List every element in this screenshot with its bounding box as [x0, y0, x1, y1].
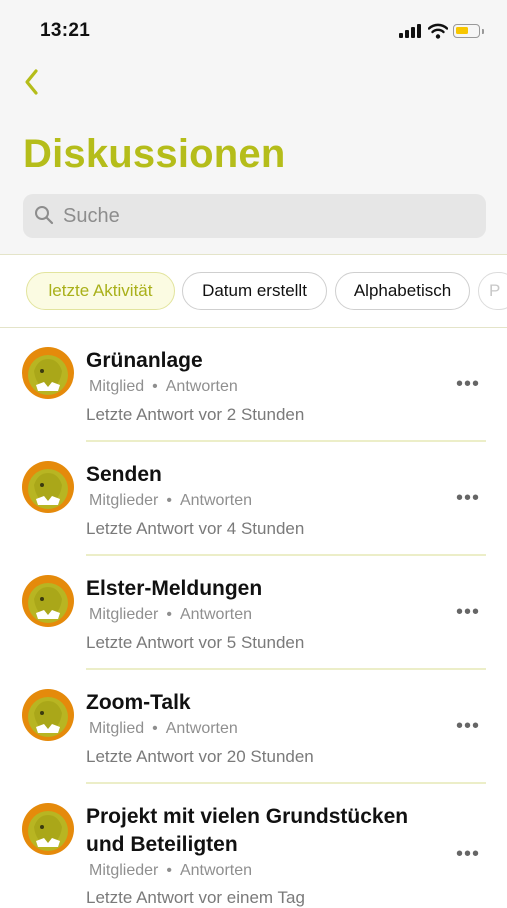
discussion-title: Grünanlage	[86, 349, 203, 372]
discussion-title-line1: Projekt mit vielen Grundstücken	[86, 805, 409, 828]
battery-icon	[453, 24, 480, 38]
more-options-button[interactable]: •••	[456, 716, 484, 736]
sort-chip-partial[interactable]: P	[478, 272, 507, 310]
signal-icon	[399, 24, 423, 38]
discussion-item[interactable]: Projekt mit vielen Grundstücken und Bete…	[0, 784, 507, 907]
sort-chip-recent-activity[interactable]: letzte Aktivität	[26, 272, 175, 310]
discussion-item[interactable]: Zoom-Talk Mitglied • Antworten Letzte Antw…	[0, 670, 507, 784]
back-button[interactable]	[16, 64, 46, 100]
discussion-last-reply: Letzte Antwort vor 20 Stunden	[86, 747, 314, 766]
more-options-button[interactable]: •••	[456, 374, 484, 394]
search-placeholder: Suche	[63, 205, 120, 227]
discussion-last-reply: Letzte Antwort vor 2 Stunden	[86, 405, 305, 424]
discussion-title: Senden	[86, 463, 162, 486]
discussion-meta: Mitglieder • Antworten	[89, 606, 253, 623]
status-bar: 13:21	[0, 0, 507, 60]
search-icon	[35, 206, 54, 225]
sort-chip-date-created[interactable]: Datum erstellt	[182, 272, 327, 310]
page-title: Diskussionen	[23, 132, 286, 176]
chevron-left-icon	[25, 69, 38, 95]
discussion-meta: Mitglieder • Antworten	[89, 492, 253, 509]
sort-chip-alphabetical[interactable]: Alphabetisch	[335, 272, 470, 310]
header: 13:21 Diskussionen Suche	[0, 0, 507, 255]
discussion-meta: Mitglieder • Antworten	[89, 862, 253, 879]
wifi-icon	[428, 23, 448, 39]
discussion-title: Zoom-Talk	[86, 691, 191, 714]
discussion-title-line2: und Beteiligten	[86, 833, 238, 856]
more-options-button[interactable]: •••	[456, 488, 484, 508]
discussion-item[interactable]: Senden Mitglieder • Antworten Letzte Antwo…	[0, 442, 507, 556]
discussion-item[interactable]: Grünanlage Mitglied • Antworten Letzte Ant…	[0, 328, 507, 442]
more-options-button[interactable]: •••	[456, 844, 484, 864]
avatar	[22, 461, 74, 513]
sort-filter-bar: letzte Aktivität Datum erstellt Alphabet…	[0, 255, 507, 328]
search-input[interactable]: Suche	[23, 194, 486, 238]
status-time: 13:21	[40, 20, 91, 41]
discussion-last-reply: Letzte Antwort vor 5 Stunden	[86, 633, 305, 652]
avatar	[22, 689, 74, 741]
avatar	[22, 347, 74, 399]
discussion-item[interactable]: Elster-Meldungen Mitglieder • Antworten Le…	[0, 556, 507, 670]
avatar	[22, 803, 74, 855]
discussion-title: Elster-Meldungen	[86, 577, 263, 600]
discussion-meta: Mitglied • Antworten	[89, 720, 238, 737]
discussion-last-reply: Letzte Antwort vor 4 Stunden	[86, 519, 305, 538]
avatar	[22, 575, 74, 627]
discussion-last-reply: Letzte Antwort vor einem Tag	[86, 888, 305, 907]
discussion-meta: Mitglied • Antworten	[89, 378, 238, 395]
more-options-button[interactable]: •••	[456, 602, 484, 622]
